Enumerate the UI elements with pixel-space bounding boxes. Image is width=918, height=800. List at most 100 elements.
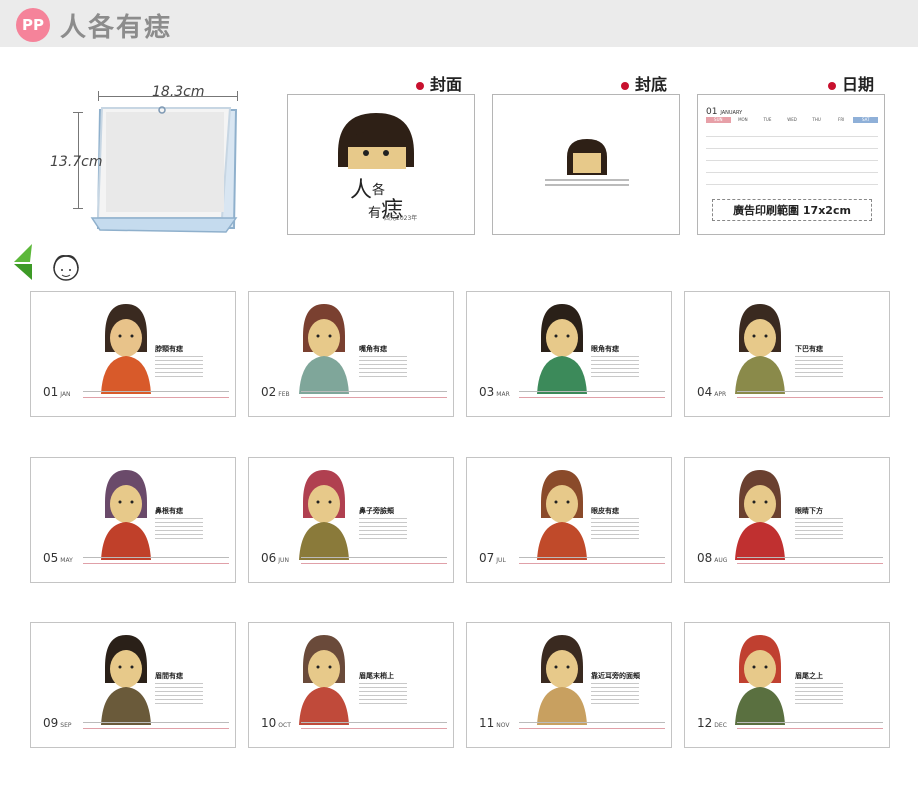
character-illustration (537, 635, 587, 725)
month-number: 04 APR (697, 385, 727, 399)
month-number: 08 AUG (697, 551, 728, 565)
date-panel-preview: 01 JANUARY SUN MON TUE WED THU FRI SAT 廣… (697, 94, 885, 235)
back-girl-illustration (545, 139, 629, 186)
character-illustration (537, 304, 587, 394)
month-caption-text-lines (155, 683, 203, 705)
month-abbr: FEB (278, 391, 290, 398)
month-number: 03 MAR (479, 385, 510, 399)
month-abbr: JAN (60, 391, 71, 398)
character-illustration (299, 635, 349, 725)
month-caption-text-lines (591, 518, 639, 540)
month-caption-title: 眉尾之上 (795, 671, 823, 680)
month-number: 10 OCT (261, 716, 291, 730)
weekday-header: SUN MON TUE WED THU FRI SAT (706, 117, 879, 123)
cover-preview: 人各 有痣 西元2023年 (287, 94, 475, 235)
month-caption-text-lines (795, 518, 843, 540)
height-dimension-label: 13.7cm (50, 154, 103, 170)
month-page-09: 眉間有痣 09 SEP (30, 622, 236, 748)
print-range-label: 廣告印刷範圍 17x2cm (712, 199, 872, 221)
month-abbr: JUL (496, 557, 506, 564)
month-number: 12 DEC (697, 716, 727, 730)
mini-calendar-strip (301, 552, 447, 564)
month-page-11: 靠近耳旁的面頰 11 NOV (466, 622, 672, 748)
cover-year: 西元2023年 (384, 215, 418, 222)
mini-calendar-strip (83, 552, 229, 564)
month-page-12: 眉尾之上 12 DEC (684, 622, 890, 748)
date-grid (706, 125, 878, 189)
bullet-dot-icon (828, 81, 836, 90)
month-abbr: OCT (278, 722, 291, 729)
month-caption-title: 靠近耳旁的面頰 (591, 671, 640, 680)
month-number: 02 FEB (261, 385, 290, 399)
character-illustration (101, 470, 151, 560)
weekday-sat: SAT (853, 117, 879, 123)
month-caption-title: 眼角有痣 (591, 344, 619, 353)
month-caption-text-lines (155, 518, 203, 540)
month-abbr: APR (714, 391, 727, 398)
date-month-number: 01 JANUARY (706, 107, 743, 117)
mini-calendar-strip (519, 386, 665, 398)
month-number: 01 JAN (43, 385, 71, 399)
month-caption-text-lines (155, 356, 203, 378)
month-abbr: NOV (496, 722, 510, 729)
mini-calendar-strip (301, 717, 447, 729)
character-illustration (101, 304, 151, 394)
back-cover-preview (492, 94, 680, 235)
month-number: 07 JUL (479, 551, 506, 565)
month-caption-title: 下巴有痣 (795, 344, 823, 353)
month-page-01: 脖頸有痣 01 JAN (30, 291, 236, 417)
month-abbr: AUG (714, 557, 728, 564)
header-bar: PP 人各有痣 (0, 0, 918, 47)
weekday-mon: MON (738, 117, 748, 122)
character-illustration (537, 470, 587, 560)
month-abbr: SEP (60, 722, 72, 729)
month-page-08: 眼睛下方 08 AUG (684, 457, 890, 583)
month-caption-title: 眉間有痣 (155, 671, 183, 680)
month-caption-text-lines (591, 683, 639, 705)
brand-logo: PP (16, 8, 50, 42)
character-illustration (735, 635, 785, 725)
mini-calendar-strip (519, 717, 665, 729)
month-caption-text-lines (795, 683, 843, 705)
month-page-03: 眼角有痣 03 MAR (466, 291, 672, 417)
character-illustration (299, 304, 349, 394)
mini-calendar-strip (737, 386, 883, 398)
month-caption-text-lines (359, 356, 407, 378)
month-number: 05 MAY (43, 551, 73, 565)
month-caption-title: 眉尾末梢上 (359, 671, 394, 680)
girl-doodle-icon (14, 244, 79, 281)
mini-calendar-strip (83, 717, 229, 729)
width-dimension-label: 18.3cm (152, 84, 205, 100)
month-number: 11 NOV (479, 716, 510, 730)
calendar-product-illustration: 18.3cm 13.7cm (40, 78, 270, 243)
month-caption-title: 眼皮有痣 (591, 506, 619, 515)
mini-calendar-strip (737, 717, 883, 729)
weekday-wed: WED (787, 117, 797, 122)
month-caption-text-lines (359, 683, 407, 705)
month-abbr: MAY (60, 557, 73, 564)
month-page-04: 下巴有痣 04 APR (684, 291, 890, 417)
month-page-10: 眉尾末梢上 10 OCT (248, 622, 454, 748)
month-page-06: 鼻子旁臉頰 06 JUN (248, 457, 454, 583)
month-caption-text-lines (359, 518, 407, 540)
page-title: 人各有痣 (60, 13, 173, 43)
character-illustration (101, 635, 151, 725)
month-number: 06 JUN (261, 551, 289, 565)
month-page-05: 鼻根有痣 05 MAY (30, 457, 236, 583)
month-page-07: 眼皮有痣 07 JUL (466, 457, 672, 583)
character-illustration (735, 470, 785, 560)
weekday-fri: FRI (838, 117, 845, 122)
month-abbr: JUN (278, 557, 289, 564)
month-abbr: MAR (496, 391, 510, 398)
month-number: 09 SEP (43, 716, 72, 730)
month-caption-text-lines (591, 356, 639, 378)
month-caption-title: 鼻根有痣 (155, 506, 183, 515)
bullet-dot-icon (621, 81, 629, 90)
weekday-sun: SUN (706, 117, 731, 123)
mini-calendar-strip (737, 552, 883, 564)
month-caption-title: 脖頸有痣 (155, 344, 183, 353)
character-illustration (299, 470, 349, 560)
month-caption-title: 眼睛下方 (795, 506, 823, 515)
month-caption-title: 鼻子旁臉頰 (359, 506, 394, 515)
bullet-dot-icon (416, 81, 424, 90)
